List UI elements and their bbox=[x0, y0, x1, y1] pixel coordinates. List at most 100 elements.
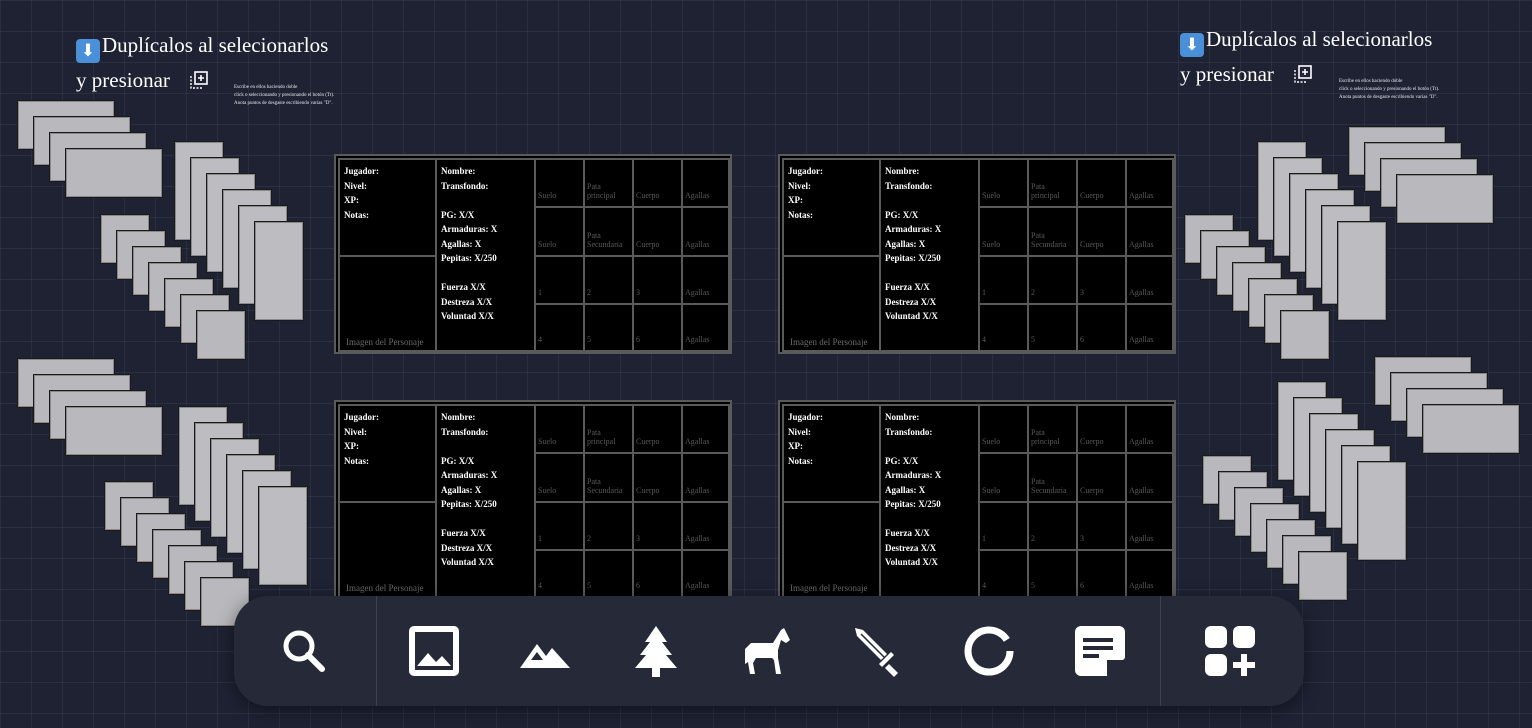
inventory-slot[interactable]: Suelo bbox=[534, 452, 585, 503]
character-image-box[interactable]: Imagen del Personaje bbox=[782, 255, 881, 352]
inventory-slot[interactable]: Agallas bbox=[1125, 501, 1174, 551]
card[interactable] bbox=[1357, 461, 1407, 561]
inventory-slot[interactable]: 4 bbox=[978, 549, 1029, 598]
character-info-box[interactable]: Nombre: Transfondo: PG: X/X Armaduras: X… bbox=[879, 158, 980, 352]
inventory-slot[interactable]: 5 bbox=[1027, 303, 1078, 352]
inventory-slot[interactable]: Cuerpo bbox=[632, 158, 683, 208]
inventory-slot[interactable]: Agallas bbox=[681, 501, 730, 551]
character-sheet[interactable]: Jugador: Nivel: XP: Notas: Imagen del Per… bbox=[778, 400, 1176, 600]
inventory-slot[interactable]: Agallas bbox=[681, 404, 730, 454]
inventory-slot[interactable]: Pata Secundaria bbox=[1027, 452, 1078, 503]
inventory-slot[interactable]: Agallas bbox=[1125, 452, 1174, 503]
inventory-slot[interactable]: Suelo bbox=[978, 404, 1029, 454]
inventory-slot[interactable]: 1 bbox=[978, 501, 1029, 551]
player-info-box[interactable]: Jugador: Nivel: XP: Notas: bbox=[338, 158, 437, 257]
inventory-slot[interactable]: Agallas bbox=[1125, 255, 1174, 305]
inventory-slot[interactable]: 1 bbox=[534, 501, 585, 551]
inventory-slot[interactable]: 3 bbox=[632, 501, 683, 551]
inventory-slot[interactable]: 3 bbox=[1076, 255, 1127, 305]
inventory-slot[interactable]: 5 bbox=[583, 549, 634, 598]
inventory-slot[interactable]: Pata principal bbox=[1027, 158, 1078, 208]
card[interactable] bbox=[65, 148, 163, 198]
character-info-box[interactable]: Nombre: Transfondo: PG: X/X Armaduras: X… bbox=[435, 158, 536, 352]
tree-button[interactable] bbox=[626, 621, 686, 681]
card[interactable] bbox=[1298, 551, 1348, 601]
creature-button[interactable] bbox=[737, 621, 797, 681]
inventory-slot[interactable]: Agallas bbox=[1125, 549, 1174, 598]
inventory-slot[interactable]: Suelo bbox=[534, 158, 585, 208]
inventory-slot[interactable]: 6 bbox=[1076, 303, 1127, 352]
card[interactable] bbox=[196, 310, 246, 360]
inventory-slot[interactable]: Pata Secundaria bbox=[1027, 206, 1078, 257]
image-button[interactable] bbox=[404, 621, 464, 681]
card[interactable] bbox=[1422, 404, 1520, 454]
player-info-box[interactable]: Jugador: Nivel: XP: Notas: bbox=[338, 404, 437, 503]
circle-button[interactable] bbox=[959, 621, 1019, 681]
inventory-slot[interactable]: Pata Secundaria bbox=[583, 452, 634, 503]
inventory-slot[interactable]: 2 bbox=[583, 501, 634, 551]
inventory-slot[interactable]: Cuerpo bbox=[1076, 206, 1127, 257]
inventory-slot[interactable]: Cuerpo bbox=[632, 206, 683, 257]
character-info-box[interactable]: Nombre: Transfondo: PG: X/X Armaduras: X… bbox=[435, 404, 536, 598]
inventory-slot[interactable]: Suelo bbox=[978, 452, 1029, 503]
inventory-slot[interactable]: 4 bbox=[534, 303, 585, 352]
card[interactable] bbox=[254, 221, 304, 321]
inventory-slot[interactable]: Agallas bbox=[681, 303, 730, 352]
character-image-box[interactable]: Imagen del Personaje bbox=[338, 501, 437, 598]
player-info-box[interactable]: Jugador: Nivel: XP: Notas: bbox=[782, 404, 881, 503]
inventory-slot[interactable]: Agallas bbox=[1125, 158, 1174, 208]
inventory-slot[interactable]: 2 bbox=[583, 255, 634, 305]
inventory-slot[interactable]: Suelo bbox=[978, 158, 1029, 208]
card[interactable] bbox=[1396, 174, 1494, 224]
inventory-slot[interactable]: Cuerpo bbox=[1076, 452, 1127, 503]
note-button[interactable] bbox=[1070, 621, 1130, 681]
inventory-slot[interactable]: Suelo bbox=[534, 404, 585, 454]
character-sheet[interactable]: Jugador: Nivel: XP: Notas: Imagen del Per… bbox=[334, 154, 732, 354]
inventory-slot[interactable]: Cuerpo bbox=[1076, 158, 1127, 208]
character-info-box[interactable]: Nombre: Transfondo: PG: X/X Armaduras: X… bbox=[879, 404, 980, 598]
inventory-slot[interactable]: 4 bbox=[534, 549, 585, 598]
inventory-slot[interactable]: Agallas bbox=[1125, 206, 1174, 257]
inventory-slot[interactable]: 2 bbox=[1027, 501, 1078, 551]
inventory-slot[interactable]: Pata principal bbox=[583, 158, 634, 208]
inventory-slot[interactable]: 2 bbox=[1027, 255, 1078, 305]
inventory-slot[interactable]: Cuerpo bbox=[632, 452, 683, 503]
character-image-box[interactable]: Imagen del Personaje bbox=[782, 501, 881, 598]
inventory-slot[interactable]: Suelo bbox=[534, 206, 585, 257]
weapon-button[interactable] bbox=[848, 621, 908, 681]
inventory-slot[interactable]: 5 bbox=[1027, 549, 1078, 598]
inventory-slot[interactable]: 6 bbox=[1076, 549, 1127, 598]
inventory-slot[interactable]: Agallas bbox=[681, 549, 730, 598]
extensions-button[interactable] bbox=[1200, 621, 1260, 681]
inventory-slot[interactable]: Cuerpo bbox=[1076, 404, 1127, 454]
inventory-slot[interactable]: Agallas bbox=[1125, 303, 1174, 352]
inventory-slot[interactable]: 1 bbox=[534, 255, 585, 305]
card[interactable] bbox=[65, 406, 163, 456]
inventory-slot[interactable]: 6 bbox=[632, 303, 683, 352]
card[interactable] bbox=[1337, 221, 1387, 321]
player-info-box[interactable]: Jugador: Nivel: XP: Notas: bbox=[782, 158, 881, 257]
inventory-slot[interactable]: Agallas bbox=[681, 452, 730, 503]
inventory-slot[interactable]: 5 bbox=[583, 303, 634, 352]
inventory-slot[interactable]: Pata principal bbox=[1027, 404, 1078, 454]
terrain-button[interactable] bbox=[515, 621, 575, 681]
inventory-slot[interactable]: 1 bbox=[978, 255, 1029, 305]
inventory-slot[interactable]: Pata principal bbox=[583, 404, 634, 454]
inventory-slot[interactable]: Pata Secundaria bbox=[583, 206, 634, 257]
card[interactable] bbox=[258, 486, 308, 586]
card[interactable] bbox=[1280, 310, 1330, 360]
inventory-slot[interactable]: 6 bbox=[632, 549, 683, 598]
inventory-slot[interactable]: Agallas bbox=[1125, 404, 1174, 454]
inventory-slot[interactable]: 3 bbox=[1076, 501, 1127, 551]
search-button[interactable] bbox=[274, 621, 334, 681]
inventory-slot[interactable]: Agallas bbox=[681, 158, 730, 208]
character-sheet[interactable]: Jugador: Nivel: XP: Notas: Imagen del Per… bbox=[778, 154, 1176, 354]
inventory-slot[interactable]: Suelo bbox=[978, 206, 1029, 257]
character-image-box[interactable]: Imagen del Personaje bbox=[338, 255, 437, 352]
inventory-slot[interactable]: Cuerpo bbox=[632, 404, 683, 454]
inventory-slot[interactable]: Agallas bbox=[681, 206, 730, 257]
inventory-slot[interactable]: 3 bbox=[632, 255, 683, 305]
inventory-slot[interactable]: Agallas bbox=[681, 255, 730, 305]
character-sheet[interactable]: Jugador: Nivel: XP: Notas: Imagen del Per… bbox=[334, 400, 732, 600]
inventory-slot[interactable]: 4 bbox=[978, 303, 1029, 352]
